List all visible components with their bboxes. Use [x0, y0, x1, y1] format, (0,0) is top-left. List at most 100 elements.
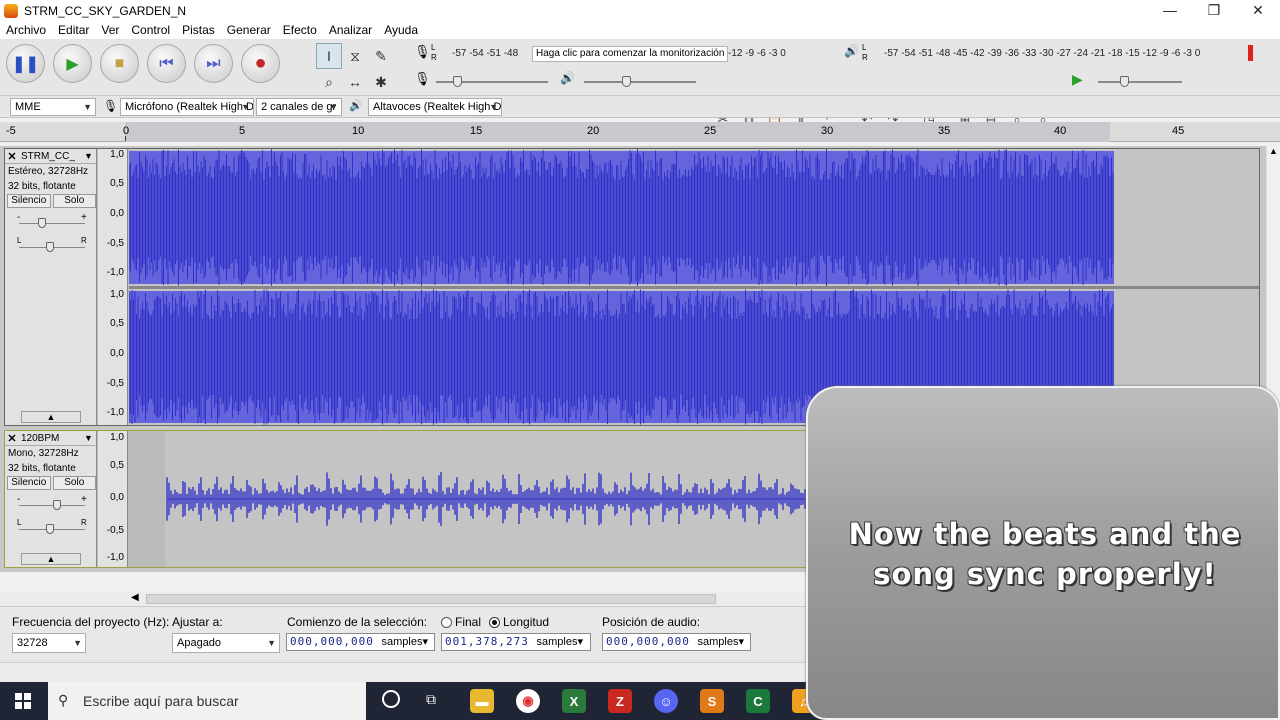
start-button[interactable]: [0, 682, 46, 720]
close-button[interactable]: ✕: [1236, 0, 1280, 21]
track-name-row[interactable]: ✕ 120BPM ▼: [5, 431, 96, 446]
audio-host-value: MME: [15, 101, 41, 113]
restore-button[interactable]: ❐: [1192, 0, 1236, 21]
record-volume-slider[interactable]: [453, 76, 462, 87]
play-at-speed-icon[interactable]: ▶: [1072, 71, 1083, 88]
scale-label: 0,5: [110, 178, 124, 189]
play-meter[interactable]: -57 -54 -51 -48 -45 -42 -39 -36 -33 -30 …: [884, 45, 1200, 61]
play-speed-slider[interactable]: [1120, 76, 1129, 87]
pan-left-label: L: [17, 236, 22, 245]
length-radio[interactable]: Longitud: [489, 615, 549, 629]
close-track-icon[interactable]: ✕: [5, 150, 19, 163]
menu-efecto[interactable]: Efecto: [277, 23, 323, 37]
audio-position-field[interactable]: 000,000,000 samples▾: [602, 633, 751, 651]
selection-tool-button[interactable]: I: [316, 43, 342, 69]
play-meter-speaker-icon[interactable]: 🔊: [844, 44, 859, 58]
gain-min: -: [17, 212, 21, 223]
pause-button[interactable]: ❚❚: [6, 44, 45, 83]
menu-generar[interactable]: Generar: [221, 23, 277, 37]
playback-volume-slider[interactable]: [622, 76, 631, 87]
menu-archivo[interactable]: Archivo: [0, 23, 52, 37]
solo-button[interactable]: Solo: [52, 476, 96, 490]
selection-length-value: 001,378,273: [445, 635, 529, 648]
pan-slider[interactable]: [46, 524, 54, 534]
horizontal-scroll-thumb[interactable]: [146, 594, 716, 604]
track-menu-icon[interactable]: ▼: [84, 151, 96, 161]
timeline-ruler[interactable]: -5 0 5 10 15 20 25 30 35 40 45: [0, 122, 1280, 142]
selection-start-field[interactable]: 000,000,000 samples▾: [286, 633, 435, 651]
record-meter-mic-icon[interactable]: 🎙: [414, 44, 431, 60]
chrome-icon[interactable]: ◉: [516, 689, 540, 713]
sublime-text-icon[interactable]: S: [700, 689, 724, 713]
project-rate-dropdown[interactable]: 32728 ▼: [12, 633, 86, 653]
menu-control[interactable]: Control: [125, 23, 176, 37]
track-buttons: Silencio Solo: [5, 194, 96, 208]
multi-tool-button[interactable]: ✱: [368, 69, 394, 95]
monitor-start-button[interactable]: Haga clic para comenzar la monitorizació…: [532, 46, 729, 62]
play-button[interactable]: ▶: [53, 44, 92, 83]
record-meter[interactable]: -57 -54 -51 -48: [452, 45, 518, 61]
skip-start-button[interactable]: ⏮: [147, 44, 186, 83]
draw-tool-button[interactable]: ✎: [368, 43, 394, 69]
ruler-tick: 40: [1054, 125, 1067, 137]
mute-button[interactable]: Silencio: [7, 194, 51, 208]
audacity-icon: [4, 3, 18, 18]
ruler-zero-line: [125, 136, 126, 141]
project-rate-label: Frecuencia del proyecto (Hz):: [12, 615, 170, 629]
track-name: 120BPM: [21, 432, 60, 444]
track-menu-icon[interactable]: ▼: [84, 433, 96, 443]
stop-button[interactable]: ■: [100, 44, 139, 83]
taskbar-search[interactable]: ⚲ Escribe aquí para buscar: [48, 682, 366, 720]
selection-start-label: Comienzo de la selección:: [287, 615, 428, 629]
window-title: STRM_CC_SKY_GARDEN_N: [24, 3, 187, 18]
menu-editar[interactable]: Editar: [52, 23, 95, 37]
end-radio[interactable]: Final: [441, 615, 481, 629]
play-speed-track: [1098, 81, 1182, 83]
filezilla-icon[interactable]: Z: [608, 689, 632, 713]
cortana-icon[interactable]: [382, 690, 400, 708]
menu-ayuda[interactable]: Ayuda: [378, 23, 424, 37]
mute-button[interactable]: Silencio: [7, 476, 51, 490]
minimize-button[interactable]: —: [1148, 0, 1192, 21]
speaker-icon: 🔊: [349, 100, 363, 112]
snap-to-dropdown[interactable]: Apagado ▼: [172, 633, 280, 653]
skip-end-button[interactable]: ⏭: [194, 44, 233, 83]
waveform-left-channel[interactable]: [129, 149, 1259, 286]
record-button[interactable]: ●: [241, 44, 280, 83]
length-radio-label: Longitud: [503, 615, 550, 629]
stop-icon: ■: [114, 54, 125, 72]
collapse-track-button[interactable]: ▲: [21, 411, 81, 423]
playback-device-dropdown[interactable]: Altavoces (Realtek High D ▼: [368, 98, 502, 116]
ruler-audio-region: [125, 122, 1110, 142]
channels-dropdown[interactable]: 2 canales de gr ▼: [256, 98, 342, 116]
task-view-icon[interactable]: ⧉: [426, 691, 436, 708]
zoom-tool-button[interactable]: ⌕: [316, 69, 342, 95]
selection-length-field[interactable]: 001,378,273 samples▾: [441, 633, 591, 651]
menu-pistas[interactable]: Pistas: [176, 23, 221, 37]
selection-start-value: 000,000,000: [290, 635, 374, 648]
envelope-tool-button[interactable]: ⧖: [342, 43, 368, 69]
windows-logo-icon: [15, 693, 31, 709]
track-control-panel: ✕ STRM_CC_ ▼ Estéreo, 32728Hz 32 bits, f…: [5, 149, 97, 425]
collapse-track-button[interactable]: ▲: [21, 553, 81, 565]
discord-icon[interactable]: ☺: [654, 689, 678, 713]
pan-slider[interactable]: [46, 242, 54, 252]
audio-host-dropdown[interactable]: MME ▼: [10, 98, 96, 116]
scroll-up-icon[interactable]: ▲: [1269, 146, 1278, 156]
menu-analizar[interactable]: Analizar: [323, 23, 378, 37]
solo-button[interactable]: Solo: [52, 194, 96, 208]
excel-icon[interactable]: X: [562, 689, 586, 713]
camtasia-icon[interactable]: C: [746, 689, 770, 713]
pan-row: L R: [5, 518, 96, 542]
audio-position-units: samples: [697, 636, 739, 648]
scroll-left-icon[interactable]: ◀: [131, 592, 139, 603]
gain-slider[interactable]: [53, 500, 61, 510]
gain-slider[interactable]: [38, 218, 46, 228]
timeshift-tool-button[interactable]: ↔: [342, 69, 368, 95]
menu-ver[interactable]: Ver: [95, 23, 125, 37]
track-name-row[interactable]: ✕ STRM_CC_ ▼: [5, 149, 96, 164]
file-explorer-icon[interactable]: ▬: [470, 689, 494, 713]
close-track-icon[interactable]: ✕: [5, 432, 19, 445]
recording-device-dropdown[interactable]: Micrófono (Realtek High D ▼: [120, 98, 254, 116]
track-bits: 32 bits, flotante: [8, 463, 76, 474]
